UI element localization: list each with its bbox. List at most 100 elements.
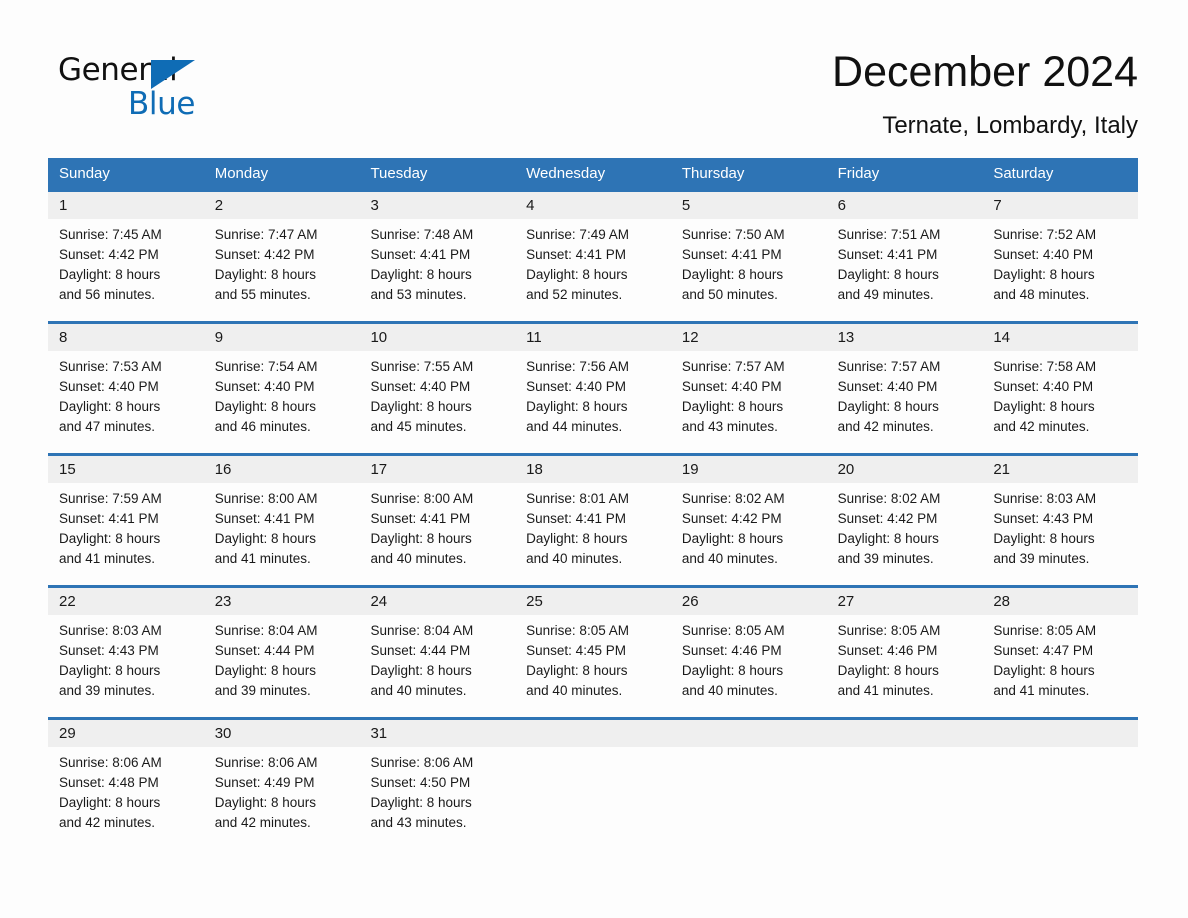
day-number: 15 [48, 456, 204, 483]
day-details: Sunrise: 8:03 AM Sunset: 4:43 PM Dayligh… [982, 483, 1138, 569]
day-cell[interactable]: 10 Sunrise: 7:55 AM Sunset: 4:40 PM Dayl… [359, 324, 516, 453]
day-details: Sunrise: 7:47 AM Sunset: 4:42 PM Dayligh… [204, 219, 360, 305]
daylight-text-line2: and 39 minutes. [837, 551, 934, 566]
day-cell[interactable]: 31 Sunrise: 8:06 AM Sunset: 4:50 PM Dayl… [359, 720, 516, 835]
daylight-text-line2: and 42 minutes. [59, 815, 156, 830]
day-number: 18 [515, 456, 671, 483]
day-cell[interactable]: 7 Sunrise: 7:52 AM Sunset: 4:40 PM Dayli… [982, 192, 1139, 321]
sunrise-text: Sunrise: 7:53 AM [59, 359, 162, 374]
day-number: 19 [670, 456, 827, 483]
day-cell[interactable]: 29 Sunrise: 8:06 AM Sunset: 4:48 PM Dayl… [48, 720, 204, 835]
day-details: Sunrise: 8:04 AM Sunset: 4:44 PM Dayligh… [204, 615, 360, 701]
sunset-text: Sunset: 4:40 PM [681, 379, 782, 394]
day-number: 13 [826, 324, 983, 351]
day-cell[interactable]: 18 Sunrise: 8:01 AM Sunset: 4:41 PM Dayl… [515, 456, 671, 585]
day-number: 12 [670, 324, 827, 351]
day-cell[interactable]: 15 Sunrise: 7:59 AM Sunset: 4:41 PM Dayl… [48, 456, 204, 585]
daylight-text-line1: Daylight: 8 hours [681, 531, 784, 546]
sunset-text: Sunset: 4:44 PM [214, 643, 315, 658]
daylight-text-line2: and 50 minutes. [681, 287, 778, 302]
sunrise-text: Sunrise: 8:05 AM [526, 623, 629, 638]
day-details: Sunrise: 7:48 AM Sunset: 4:41 PM Dayligh… [359, 219, 515, 305]
daylight-text-line1: Daylight: 8 hours [681, 399, 784, 414]
sunset-text: Sunset: 4:41 PM [526, 511, 626, 526]
day-number: 6 [826, 192, 983, 219]
day-cell[interactable]: 12 Sunrise: 7:57 AM Sunset: 4:40 PM Dayl… [670, 324, 827, 453]
day-cell[interactable]: 13 Sunrise: 7:57 AM Sunset: 4:40 PM Dayl… [826, 324, 983, 453]
daylight-text-line2: and 40 minutes. [526, 683, 623, 698]
daylight-text-line2: and 41 minutes. [993, 683, 1090, 698]
day-cell-empty [515, 720, 671, 835]
day-details: Sunrise: 8:01 AM Sunset: 4:41 PM Dayligh… [515, 483, 671, 569]
day-details: Sunrise: 7:52 AM Sunset: 4:40 PM Dayligh… [982, 219, 1138, 305]
sunset-text: Sunset: 4:40 PM [993, 247, 1094, 262]
logo-top-row: General [58, 52, 318, 89]
generalblue-logo[interactable]: General Blue [58, 52, 318, 124]
day-cell[interactable]: 20 Sunrise: 8:02 AM Sunset: 4:42 PM Dayl… [826, 456, 983, 585]
day-number: 11 [515, 324, 671, 351]
day-details: Sunrise: 8:05 AM Sunset: 4:46 PM Dayligh… [827, 615, 983, 701]
calendar-table: Sunday Monday Tuesday Wednesday Thursday… [48, 158, 1139, 835]
sunrise-text: Sunrise: 7:47 AM [214, 227, 318, 242]
day-cell[interactable]: 26 Sunrise: 8:05 AM Sunset: 4:46 PM Dayl… [670, 588, 827, 717]
day-cell[interactable]: 17 Sunrise: 8:00 AM Sunset: 4:41 PM Dayl… [359, 456, 516, 585]
sunrise-text: Sunrise: 7:57 AM [837, 359, 941, 374]
day-details: Sunrise: 7:51 AM Sunset: 4:41 PM Dayligh… [827, 219, 983, 305]
day-cell[interactable]: 4 Sunrise: 7:49 AM Sunset: 4:41 PM Dayli… [515, 192, 671, 321]
day-cell[interactable]: 14 Sunrise: 7:58 AM Sunset: 4:40 PM Dayl… [982, 324, 1139, 453]
day-cell[interactable]: 19 Sunrise: 8:02 AM Sunset: 4:42 PM Dayl… [670, 456, 827, 585]
daylight-text-line2: and 39 minutes. [214, 683, 311, 698]
sunset-text: Sunset: 4:47 PM [993, 643, 1094, 658]
daylight-text-line2: and 43 minutes. [681, 419, 778, 434]
sunrise-text: Sunrise: 7:50 AM [681, 227, 785, 242]
day-cell[interactable]: 22 Sunrise: 8:03 AM Sunset: 4:43 PM Dayl… [48, 588, 204, 717]
day-cell[interactable]: 16 Sunrise: 8:00 AM Sunset: 4:41 PM Dayl… [203, 456, 360, 585]
daylight-text-line2: and 47 minutes. [59, 419, 156, 434]
daylight-text-line1: Daylight: 8 hours [214, 795, 317, 810]
day-cell[interactable]: 9 Sunrise: 7:54 AM Sunset: 4:40 PM Dayli… [203, 324, 360, 453]
daylight-text-line2: and 41 minutes. [59, 551, 156, 566]
day-cell[interactable]: 24 Sunrise: 8:04 AM Sunset: 4:44 PM Dayl… [359, 588, 516, 717]
day-number: 28 [982, 588, 1139, 615]
sunset-text: Sunset: 4:49 PM [214, 775, 315, 790]
day-cell[interactable]: 23 Sunrise: 8:04 AM Sunset: 4:44 PM Dayl… [203, 588, 360, 717]
day-cell[interactable]: 27 Sunrise: 8:05 AM Sunset: 4:46 PM Dayl… [826, 588, 983, 717]
sunset-text: Sunset: 4:40 PM [837, 379, 938, 394]
daylight-text-line1: Daylight: 8 hours [370, 531, 472, 546]
daylight-text-line2: and 46 minutes. [214, 419, 311, 434]
sunset-text: Sunset: 4:41 PM [681, 247, 782, 262]
day-details: Sunrise: 8:06 AM Sunset: 4:50 PM Dayligh… [359, 747, 515, 833]
week-row: 1 Sunrise: 7:45 AM Sunset: 4:42 PM Dayli… [48, 189, 1139, 321]
day-cell[interactable]: 11 Sunrise: 7:56 AM Sunset: 4:40 PM Dayl… [515, 324, 671, 453]
sunset-text: Sunset: 4:40 PM [370, 379, 471, 394]
day-details: Sunrise: 8:05 AM Sunset: 4:47 PM Dayligh… [982, 615, 1138, 701]
daylight-text-line1: Daylight: 8 hours [370, 795, 472, 810]
sunrise-text: Sunrise: 7:59 AM [59, 491, 162, 506]
day-cell[interactable]: 3 Sunrise: 7:48 AM Sunset: 4:41 PM Dayli… [359, 192, 516, 321]
day-cell[interactable]: 30 Sunrise: 8:06 AM Sunset: 4:49 PM Dayl… [203, 720, 360, 835]
sunset-text: Sunset: 4:42 PM [681, 511, 782, 526]
weekday-header-wednesday: Wednesday [526, 165, 606, 182]
day-number: 25 [515, 588, 671, 615]
day-number: 24 [359, 588, 516, 615]
sunrise-text: Sunrise: 7:48 AM [370, 227, 474, 242]
daylight-text-line1: Daylight: 8 hours [526, 663, 628, 678]
sunrise-text: Sunrise: 8:02 AM [837, 491, 941, 506]
day-cell[interactable]: 21 Sunrise: 8:03 AM Sunset: 4:43 PM Dayl… [982, 456, 1139, 585]
day-cell[interactable]: 5 Sunrise: 7:50 AM Sunset: 4:41 PM Dayli… [670, 192, 827, 321]
day-cell[interactable]: 28 Sunrise: 8:05 AM Sunset: 4:47 PM Dayl… [982, 588, 1139, 717]
daylight-text-line1: Daylight: 8 hours [214, 663, 317, 678]
day-cell[interactable]: 2 Sunrise: 7:47 AM Sunset: 4:42 PM Dayli… [203, 192, 360, 321]
week-row: 8 Sunrise: 7:53 AM Sunset: 4:40 PM Dayli… [48, 321, 1139, 453]
day-cell[interactable]: 25 Sunrise: 8:05 AM Sunset: 4:45 PM Dayl… [515, 588, 671, 717]
sunset-text: Sunset: 4:40 PM [993, 379, 1094, 394]
daylight-text-line2: and 41 minutes. [837, 683, 934, 698]
daylight-text-line1: Daylight: 8 hours [59, 267, 161, 282]
daylight-text-line2: and 40 minutes. [681, 683, 778, 698]
day-cell[interactable]: 6 Sunrise: 7:51 AM Sunset: 4:41 PM Dayli… [826, 192, 983, 321]
daylight-text-line2: and 40 minutes. [681, 551, 778, 566]
day-cell[interactable]: 1 Sunrise: 7:45 AM Sunset: 4:42 PM Dayli… [48, 192, 204, 321]
day-cell[interactable]: 8 Sunrise: 7:53 AM Sunset: 4:40 PM Dayli… [48, 324, 204, 453]
day-details: Sunrise: 7:54 AM Sunset: 4:40 PM Dayligh… [204, 351, 360, 437]
daylight-text-line1: Daylight: 8 hours [526, 531, 628, 546]
